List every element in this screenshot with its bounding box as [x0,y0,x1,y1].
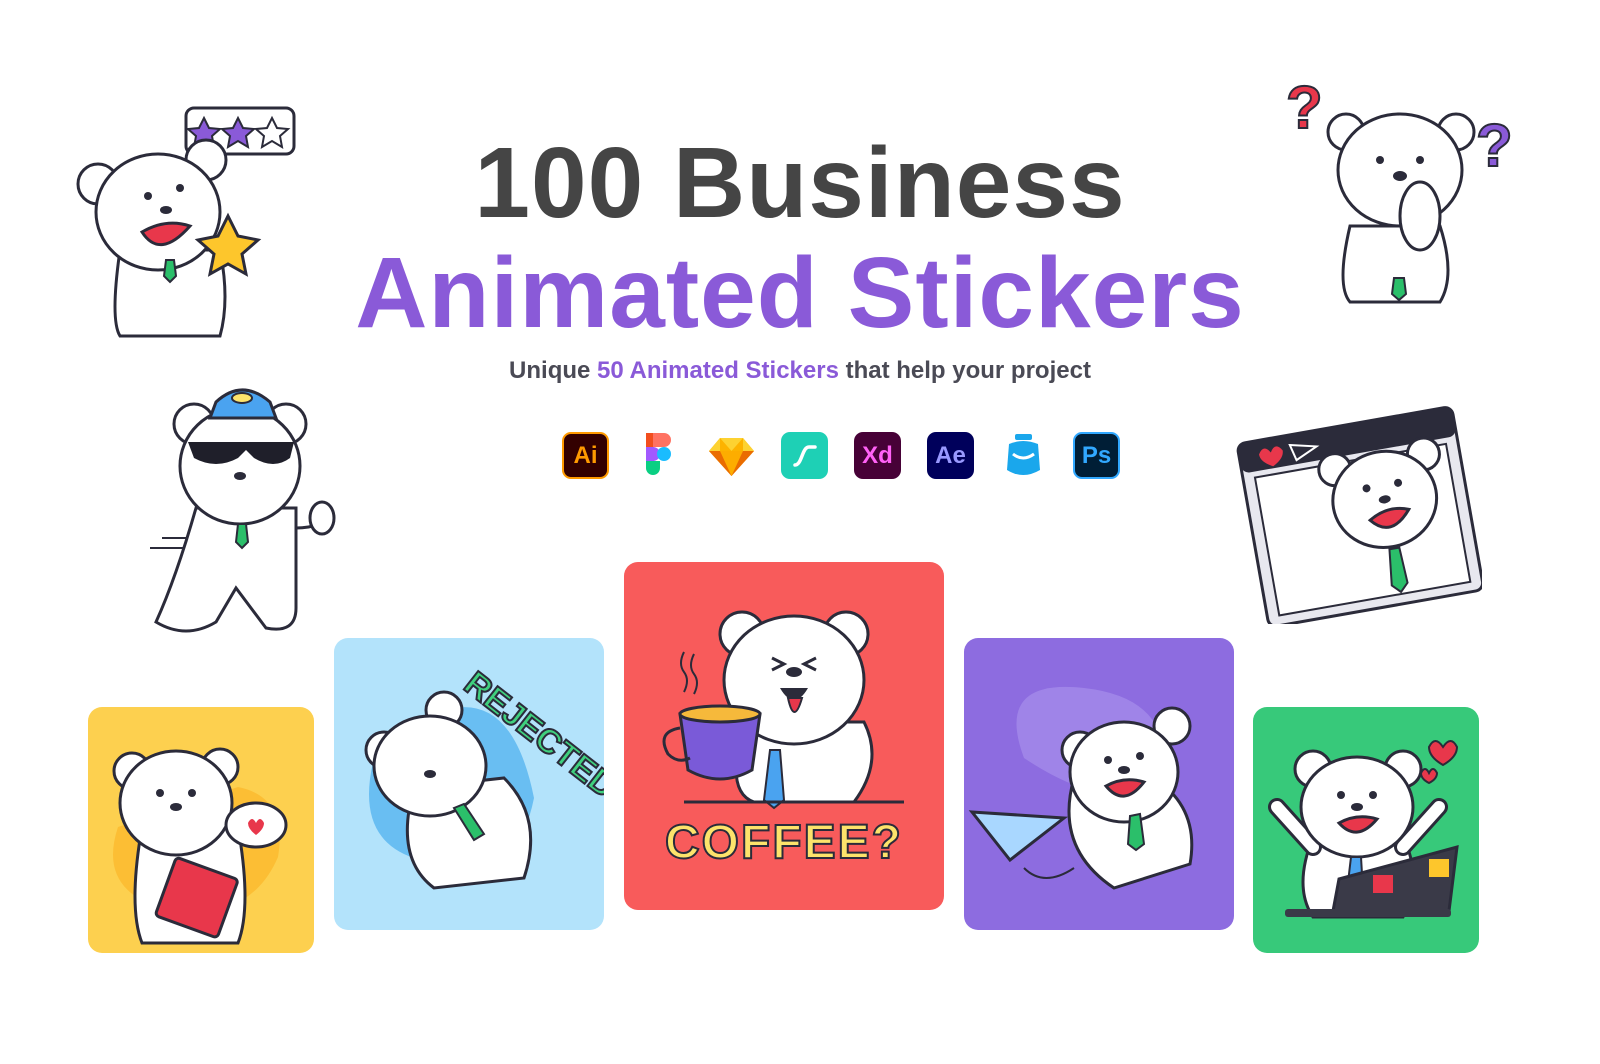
sticker-card-rejected: REJECTED.. [334,638,604,930]
heart-icon [1427,740,1459,767]
bear-rejected-sticker: REJECTED.. [364,663,604,890]
sticker-card-notes [88,707,314,953]
subtitle-suffix: that help your project [838,357,1091,384]
bear-browser-sticker [1236,406,1482,624]
paper-plane-icon [968,810,1069,863]
question-mark-icon: ? [1286,76,1323,141]
illustrator-icon: Ai [562,432,609,479]
bear-laptop-sticker [1268,740,1459,919]
xd-icon: Xd [854,432,901,479]
bear-plane-sticker [968,686,1194,890]
bear-question-sticker: ? ? [1285,76,1514,304]
photoshop-icon: Ps [1073,432,1120,479]
question-mark-icon: ? [1476,112,1513,179]
after-effects-icon: Ae [927,432,974,479]
heart-icon [1419,768,1439,785]
lottie-curve-icon [792,444,817,467]
sticker-card-laptop [1253,707,1479,953]
coffee-text: COFFEE? [665,816,903,869]
bear-notes-sticker [112,747,288,945]
bear-cool-sticker [150,388,336,633]
jar-icon [1007,434,1040,475]
lottie-icon [781,432,828,479]
bear-coffee-sticker: COFFEE? [662,610,904,870]
figma-icon [646,433,671,475]
bear-rating-sticker [76,106,296,338]
sticker-card-coffee: COFFEE? [624,562,944,910]
sticker-card-paper-plane [964,638,1234,930]
subtitle-highlight: 50 Animated Stickers [597,357,839,384]
tool-icons-row: Ai Xd Ae Ps [562,432,1120,479]
subtitle-prefix: Unique [509,357,598,384]
sketch-icon [709,438,754,476]
